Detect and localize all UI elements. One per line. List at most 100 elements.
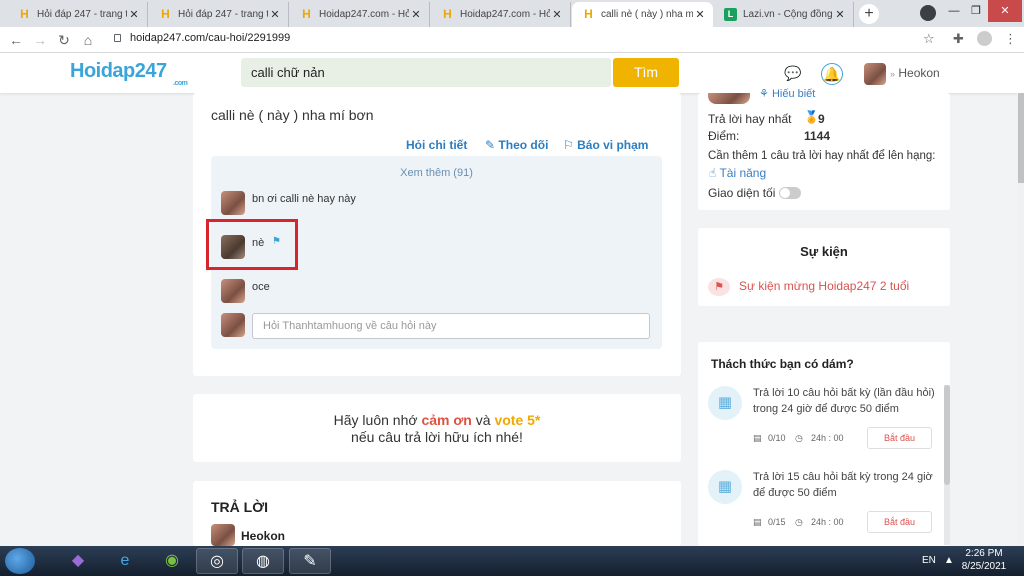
browser-toolbar: ← → ↻ ⌂ hoidap247.com/cau-hoi/2291999 ☆ …	[0, 27, 1024, 53]
start-challenge-button[interactable]: Bắt đầu	[867, 511, 932, 533]
progress-icon: ▤	[753, 517, 762, 527]
chevron-down-icon: »	[890, 69, 896, 79]
grid-icon: ▦	[708, 470, 742, 504]
chat-icon[interactable]: 💬	[782, 63, 804, 85]
internet-explorer-icon[interactable]: e	[104, 548, 146, 574]
challenge-time: 24h : 00	[811, 517, 844, 527]
current-user-avatar	[221, 313, 245, 337]
reminder-line-2: nếu câu trả lời hữu ích nhé!	[351, 429, 523, 445]
menu-kebab-icon[interactable]: ⋮	[1004, 31, 1017, 47]
hoidap-favicon-icon: H	[443, 7, 452, 21]
pencil-icon: ✎	[485, 138, 496, 152]
medal-icon: 🏅	[804, 110, 819, 124]
clock-icon: ◷	[795, 433, 803, 443]
hoidap-favicon-icon: H	[20, 7, 29, 21]
clock-icon: ◷	[795, 517, 803, 527]
challenge-time: 24h : 00	[811, 433, 844, 443]
browser-tab[interactable]: H Hoidap247.com - Hỏi đ ✕	[431, 2, 571, 27]
progress-icon: ▤	[753, 433, 762, 443]
start-challenge-button[interactable]: Bắt đầu	[867, 427, 932, 449]
coccoc-icon[interactable]: ◉	[151, 548, 193, 574]
report-link[interactable]: ⚐ Báo vi phạm	[563, 138, 648, 152]
close-tab-icon[interactable]: ✕	[833, 8, 847, 21]
comment-text: oce	[252, 281, 270, 293]
points-label: Điểm:	[708, 129, 740, 143]
address-bar[interactable]: hoidap247.com/cau-hoi/2291999	[130, 32, 290, 44]
rank-note: Cần thêm 1 câu trả lời hay nhất để lên h…	[708, 150, 936, 162]
page-scrollbar[interactable]	[1017, 93, 1024, 546]
browser-tab[interactable]: H Hoidap247.com - Hỏi đ ✕	[290, 2, 430, 27]
close-tab-icon[interactable]: ✕	[693, 8, 707, 21]
paint-brush-icon[interactable]: ✎	[289, 548, 331, 574]
ask-detail-link[interactable]: Hỏi chi tiết	[406, 138, 467, 152]
see-more-link[interactable]: Xem thêm (91)	[211, 167, 662, 179]
search-input[interactable]: calli chữ nản	[241, 58, 611, 87]
challenge-text: Trả lời 15 câu hỏi bất kỳ trong 24 giờ đ…	[753, 471, 933, 499]
comment-text: bn ơi calli nè hay này	[252, 193, 356, 205]
profile-avatar-icon[interactable]	[977, 31, 992, 46]
hoidap-favicon-icon: H	[161, 7, 170, 21]
comment-avatar[interactable]	[221, 191, 245, 215]
windows-taskbar: ◆ e ◉ ◎ ◍ ✎ EN ▲ 2:26 PM 8/25/2021	[0, 546, 1024, 576]
language-indicator[interactable]: EN	[922, 555, 936, 566]
challenges-scrollbar[interactable]	[944, 385, 950, 545]
new-tab-button[interactable]: +	[859, 4, 879, 24]
restore-icon[interactable]: ❐	[962, 0, 990, 22]
lazi-favicon-icon: L	[724, 8, 737, 21]
visual-studio-icon[interactable]: ◆	[57, 548, 99, 574]
close-tab-icon[interactable]: ✕	[127, 8, 141, 21]
tray-expand-icon[interactable]: ▲	[944, 555, 954, 566]
user-avatar[interactable]	[864, 63, 886, 85]
challenges-title: Thách thức bạn có dám?	[711, 357, 854, 371]
extensions-icon[interactable]: ✚	[953, 31, 964, 47]
challenge-progress: 0/15	[768, 517, 786, 527]
lock-icon	[114, 34, 121, 42]
bookmark-star-icon[interactable]: ☆	[923, 31, 935, 47]
challenge-progress: 0/10	[768, 433, 786, 443]
events-card	[698, 228, 950, 306]
reminder-card	[193, 394, 681, 462]
windows-start-icon[interactable]	[5, 548, 35, 574]
browser-tab[interactable]: H Hỏi đáp 247 - trang tra ✕	[8, 2, 148, 27]
chrome-profile-icon[interactable]	[920, 5, 936, 21]
close-tab-icon[interactable]: ✕	[550, 8, 564, 21]
events-title: Sự kiện	[800, 244, 848, 259]
question-text: calli nè ( này ) nha mí bơn	[211, 107, 374, 123]
dark-mode-label: Giao diện tối	[708, 186, 776, 200]
best-answers-label: Trả lời hay nhất	[708, 112, 792, 126]
answer-avatar[interactable]	[211, 524, 235, 546]
rank-link[interactable]: ⚘ Hiếu biết	[759, 87, 815, 100]
comment-avatar[interactable]	[221, 279, 245, 303]
skill-link[interactable]: ☝ Tài năng	[709, 166, 766, 180]
user-menu[interactable]: » Heokon	[890, 66, 940, 80]
best-answers-value: 9	[818, 112, 825, 126]
back-icon[interactable]: ←	[7, 31, 25, 49]
hoidap-favicon-icon: H	[302, 7, 311, 21]
event-flag-icon: ⚑	[708, 278, 730, 296]
challenge-text: Trả lời 10 câu hỏi bất kỳ (lần đầu hỏi) …	[753, 387, 935, 415]
site-logo[interactable]: Hoidap247 .com	[70, 60, 188, 87]
reload-icon[interactable]: ↻	[55, 31, 73, 49]
event-link[interactable]: Sự kiện mừng Hoidap247 2 tuổi	[739, 279, 909, 293]
highlight-box	[206, 219, 298, 270]
forward-icon[interactable]: →	[31, 31, 49, 49]
browser-tab[interactable]: H Hỏi đáp 247 - trang tra ✕	[149, 2, 289, 27]
answer-user-name[interactable]: Heokon	[241, 529, 285, 543]
site-header: Hoidap247 .com calli chữ nản Tìm 💬 🔔	[0, 53, 1024, 93]
browser-tab[interactable]: L Lazi.vn - Cộng đồng tri ✕	[714, 2, 854, 27]
dark-mode-toggle[interactable]	[779, 187, 801, 199]
window-close-icon[interactable]: ✕	[988, 0, 1022, 22]
points-value: 1144	[804, 129, 831, 143]
paint-app-icon[interactable]: ◍	[242, 548, 284, 574]
notification-bell-icon[interactable]: 🔔	[821, 63, 843, 85]
close-tab-icon[interactable]: ✕	[409, 8, 423, 21]
grid-icon: ▦	[708, 386, 742, 420]
home-icon[interactable]: ⌂	[79, 31, 97, 49]
chrome-icon[interactable]: ◎	[196, 548, 238, 574]
search-button[interactable]: Tìm	[613, 58, 679, 87]
clock[interactable]: 2:26 PM 8/25/2021	[958, 548, 1010, 572]
close-tab-icon[interactable]: ✕	[268, 8, 282, 21]
browser-tab-active[interactable]: H calli nè ( này ) nha mí b ✕	[572, 2, 713, 27]
follow-link[interactable]: ✎ Theo dõi	[485, 138, 548, 152]
ask-comment-input[interactable]: Hỏi Thanhtamhuong về câu hỏi này	[252, 313, 650, 339]
